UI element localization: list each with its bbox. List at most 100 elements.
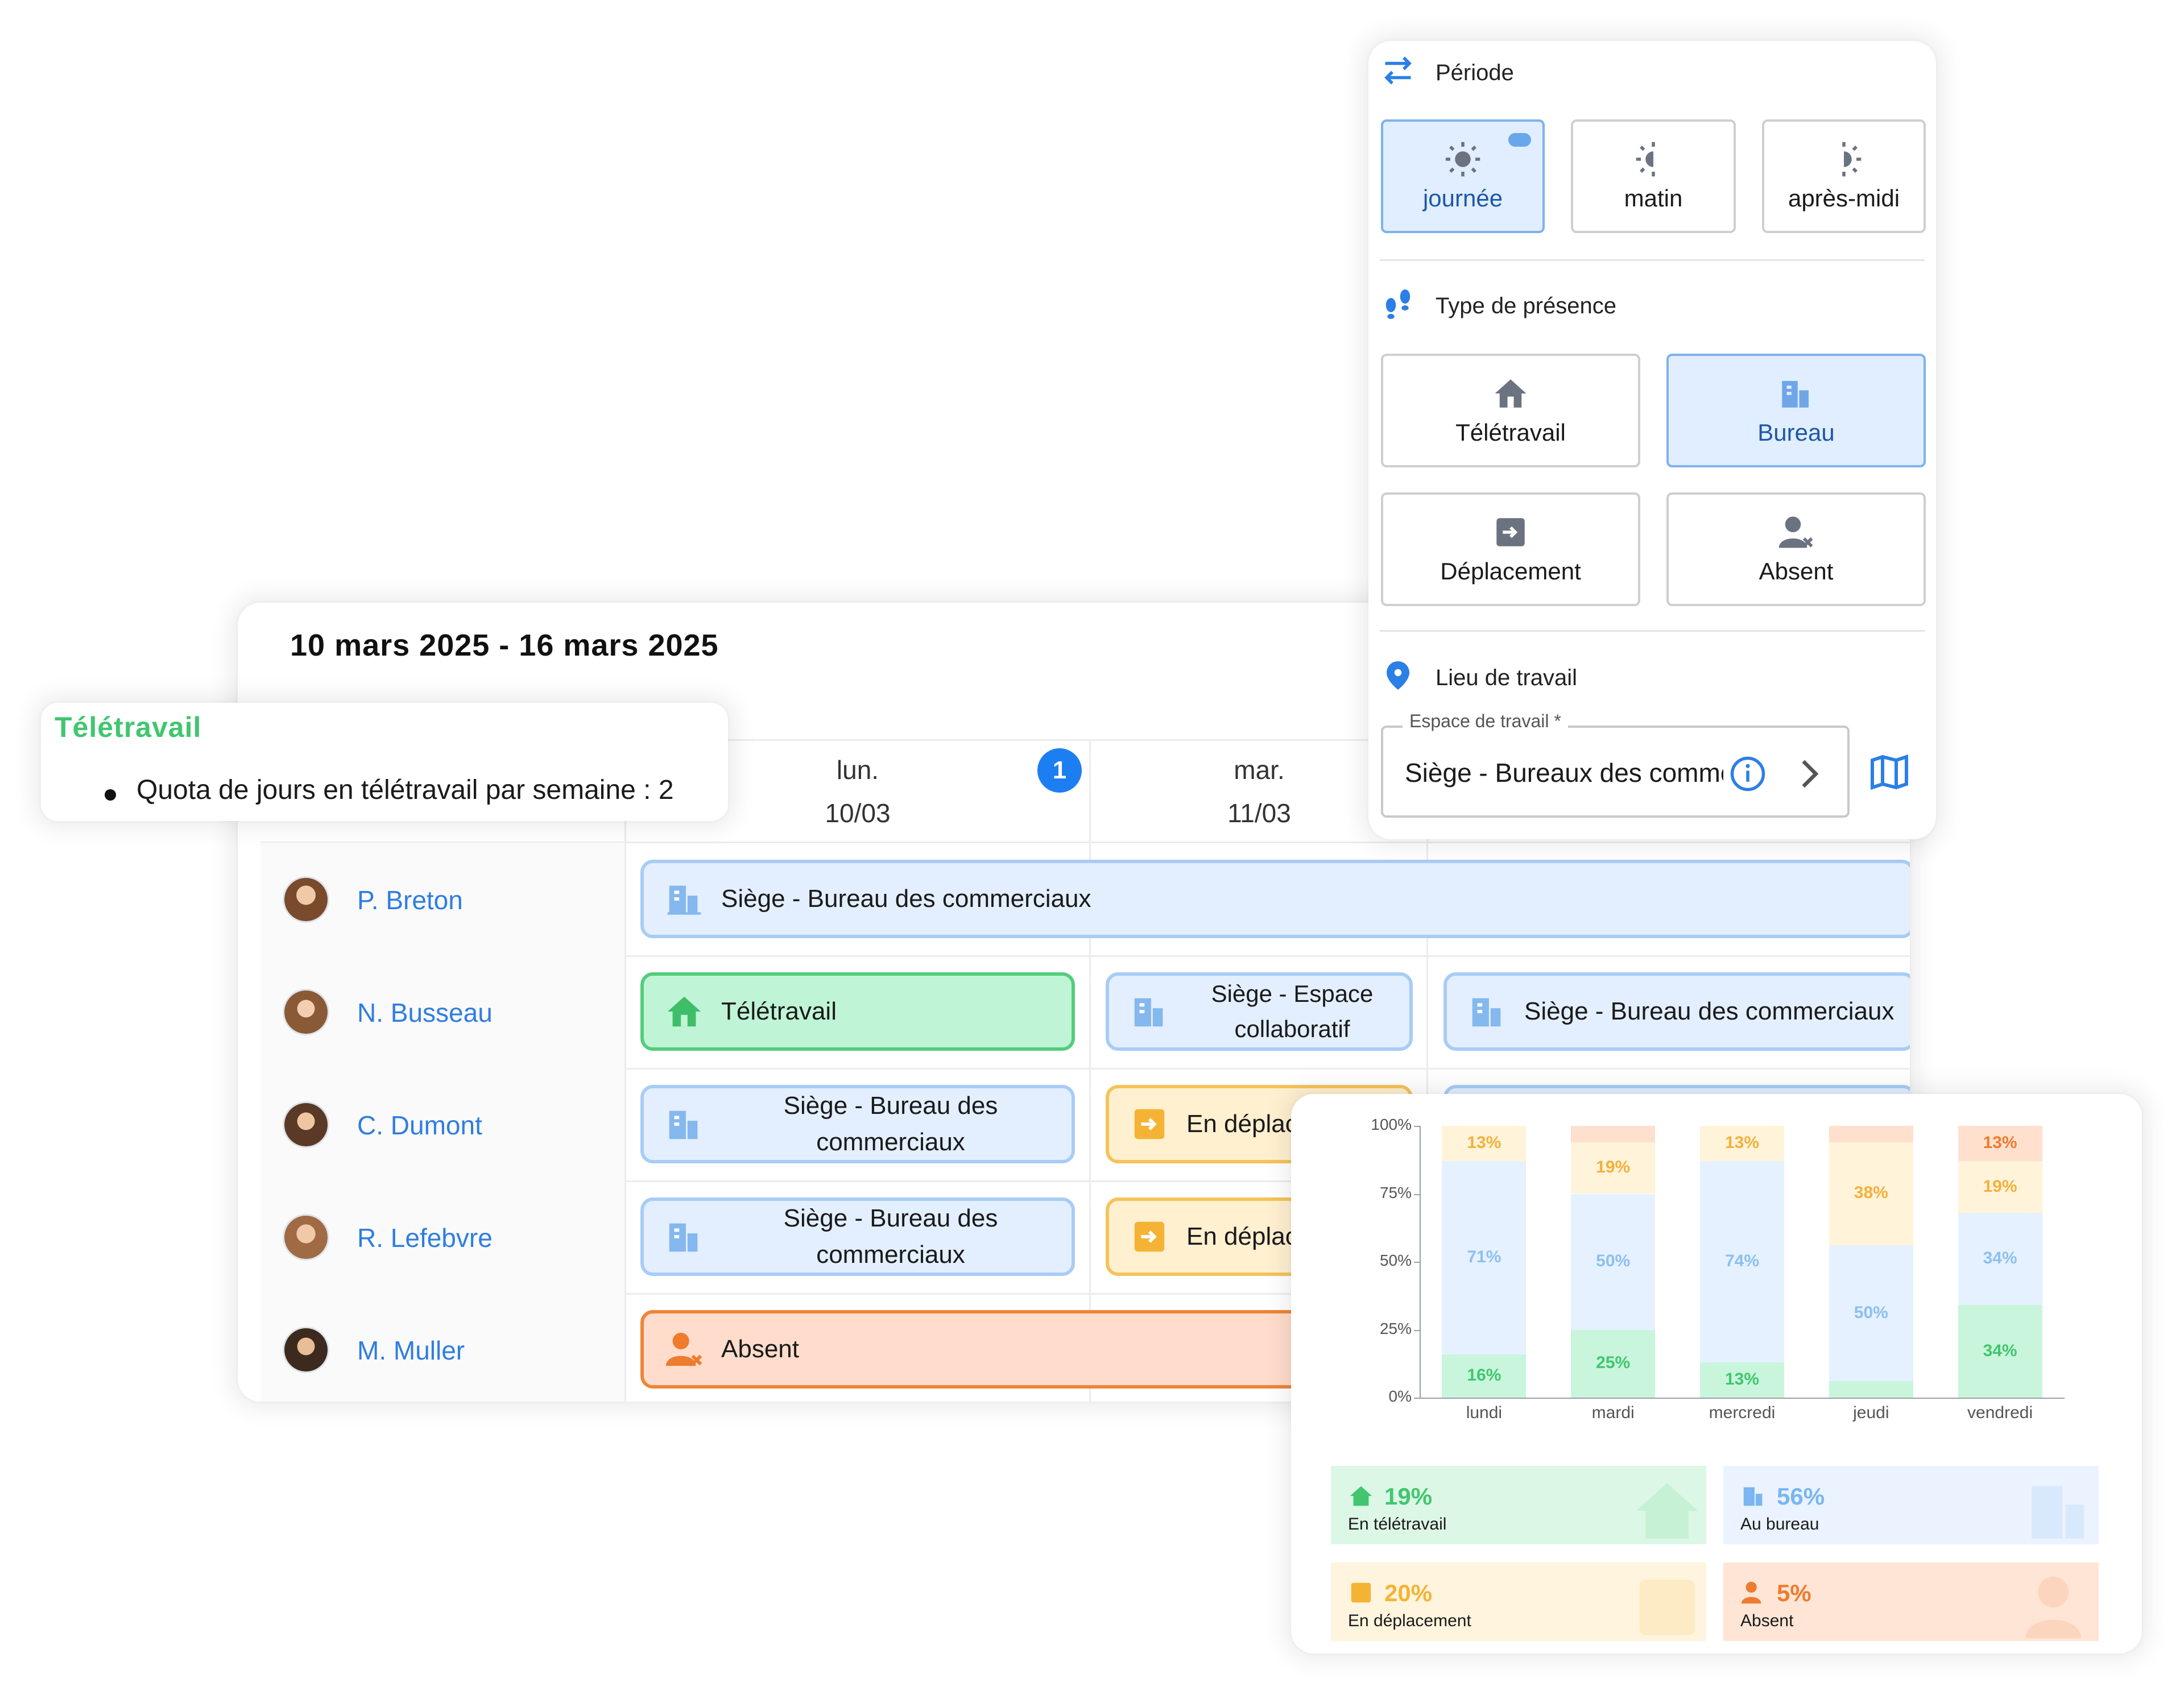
divider <box>1380 630 1925 632</box>
periode-title: Période <box>1436 60 1514 85</box>
half-sun-right-icon <box>1842 142 1862 177</box>
y-tick <box>1414 1126 1420 1127</box>
home-icon <box>1350 1486 1372 1506</box>
building-icon <box>667 885 701 915</box>
bar-segment: 38% <box>1829 1142 1913 1246</box>
entry-label: Siège - Espace collaboratif <box>1211 980 1374 1042</box>
sun-icon <box>1445 142 1480 177</box>
footsteps-icon <box>1385 289 1410 319</box>
info-icon[interactable] <box>1729 755 1767 793</box>
periode-option-journee[interactable]: journée <box>1381 119 1545 233</box>
employee-name[interactable]: P. Breton <box>357 885 463 915</box>
building-icon <box>669 1110 698 1139</box>
y-tick-label: 25% <box>1379 1319 1412 1337</box>
x-tick-label: mardi <box>1591 1403 1635 1422</box>
building-icon <box>2032 1486 2084 1539</box>
presence-option-absent[interactable]: Absent <box>1666 492 1926 606</box>
user-absent-icon <box>2025 1576 2081 1639</box>
tooltip-title: Télétravail <box>55 711 202 743</box>
option-label: Télétravail <box>1455 419 1566 446</box>
option-label: Bureau <box>1757 419 1835 446</box>
divider <box>1380 259 1925 261</box>
bar-segment <box>1829 1381 1913 1398</box>
bar-data-label: 50% <box>1596 1251 1631 1270</box>
bar-segment: 13% <box>1700 1362 1784 1398</box>
employee-name[interactable]: M. Muller <box>357 1335 465 1366</box>
planning-entry-bureau[interactable]: Siège - Bureau des commerciaux <box>640 860 1910 938</box>
notification-badge[interactable]: 1 <box>1037 748 1082 793</box>
y-tick-label: 75% <box>1379 1183 1412 1201</box>
home-icon <box>1495 379 1527 408</box>
bar-data-label: 19% <box>1596 1158 1631 1177</box>
grid-line <box>1089 739 1091 1402</box>
bar-data-label: 16% <box>1467 1365 1502 1385</box>
y-axis <box>1420 1126 1421 1398</box>
building-icon <box>1782 381 1809 408</box>
day-header-mar[interactable]: mar. 11/03 <box>1145 748 1373 835</box>
field-value: Siège - Bureaux des commerciaux <box>1405 758 1723 788</box>
home-icon <box>667 996 701 1027</box>
avatar <box>284 878 328 921</box>
home-icon <box>1636 1483 1698 1539</box>
bar-data-label: 71% <box>1467 1247 1502 1266</box>
bar-data-label: 50% <box>1854 1303 1888 1322</box>
bar-segment: 16% <box>1442 1354 1527 1398</box>
x-tick-label: lundi <box>1466 1403 1503 1422</box>
exit-icon <box>1496 518 1525 546</box>
field-label: Espace de travail * <box>1403 711 1568 732</box>
kpi-value: 56% <box>1777 1483 1825 1510</box>
presence-option-teletravail[interactable]: Télétravail <box>1381 354 1640 467</box>
lieu-title: Lieu de travail <box>1436 665 1578 690</box>
bar-segment: 34% <box>1958 1212 2042 1306</box>
periode-option-apres-midi[interactable]: après-midi <box>1762 119 1926 233</box>
y-tick <box>1414 1193 1420 1195</box>
tooltip-item: Quota de jours en télétravail par semain… <box>136 775 674 805</box>
day-name: mar. <box>1234 755 1285 785</box>
bar-segment: 71% <box>1442 1161 1527 1354</box>
bar-segment <box>1829 1126 1913 1142</box>
employee-name[interactable]: R. Lefebvre <box>357 1222 493 1253</box>
presence-option-deplacement[interactable]: Déplacement <box>1381 492 1640 606</box>
bar-segment: 34% <box>1958 1305 2042 1398</box>
employee-name[interactable]: N. Busseau <box>357 997 493 1028</box>
y-tick <box>1414 1262 1420 1263</box>
workspace-field[interactable]: Espace de travail * Siège - Bureaux des … <box>1381 711 1850 818</box>
avatar <box>284 1103 328 1146</box>
bar-segment: 25% <box>1571 1329 1656 1398</box>
planning-entry-bureau[interactable]: Siège - Espace collaboratif <box>1106 972 1413 1051</box>
planning-entry-teletravail[interactable]: Télétravail <box>640 972 1075 1051</box>
periode-option-matin[interactable]: matin <box>1571 119 1736 233</box>
kpi-label: Absent <box>1740 1611 1794 1630</box>
day-date: 10/03 <box>825 798 891 828</box>
entry-label: Siège - Bureau des commerciaux <box>721 885 1091 913</box>
y-tick-label: 100% <box>1371 1116 1412 1133</box>
planning-entry-bureau[interactable]: Siège - Bureau des commerciaux <box>1443 972 1910 1051</box>
presence-option-bureau[interactable]: Bureau <box>1666 354 1926 467</box>
entry-label: Siège - Bureau des commerciaux <box>783 1092 998 1156</box>
kpi-label: En télétravail <box>1348 1515 1447 1534</box>
x-axis <box>1420 1398 2065 1399</box>
bar-data-label: 25% <box>1596 1353 1631 1373</box>
entry-label: Télétravail <box>721 997 837 1025</box>
stacked-bar-chart: 0% 25% 50% 75% 100% 16% 71% 13% lundi 25% 50% 19% ma… <box>1291 1094 2142 1435</box>
bar-data-label: 34% <box>1983 1249 2017 1268</box>
chevron-right-icon[interactable] <box>1789 755 1827 793</box>
bar-segment: 50% <box>1829 1245 1913 1382</box>
planning-entry-bureau[interactable]: Siège - Bureau des commerciaux <box>640 1197 1075 1276</box>
kpi-teletravail: 19% En télétravail <box>1331 1466 1706 1544</box>
avatar <box>284 991 328 1034</box>
bar-segment: 74% <box>1700 1161 1784 1362</box>
kpi-value: 20% <box>1384 1580 1433 1606</box>
day-header-lun[interactable]: lun. 10/03 <box>744 748 971 835</box>
option-label: matin <box>1624 185 1683 212</box>
week-title: 10 mars 2025 - 16 mars 2025 <box>290 628 719 662</box>
map-icon[interactable] <box>1869 752 1910 793</box>
teletravail-tooltip: Télétravail Quota de jours en télétravai… <box>41 703 728 821</box>
bar-segment: 13% <box>1958 1126 2042 1162</box>
bar-data-label: 13% <box>1724 1133 1760 1153</box>
bar-segment: 50% <box>1571 1193 1656 1330</box>
kpi-label: En déplacement <box>1348 1611 1471 1630</box>
employee-name[interactable]: C. Dumont <box>357 1110 482 1141</box>
option-label: Déplacement <box>1440 558 1581 585</box>
planning-entry-bureau[interactable]: Siège - Bureau des commerciaux <box>640 1085 1075 1163</box>
